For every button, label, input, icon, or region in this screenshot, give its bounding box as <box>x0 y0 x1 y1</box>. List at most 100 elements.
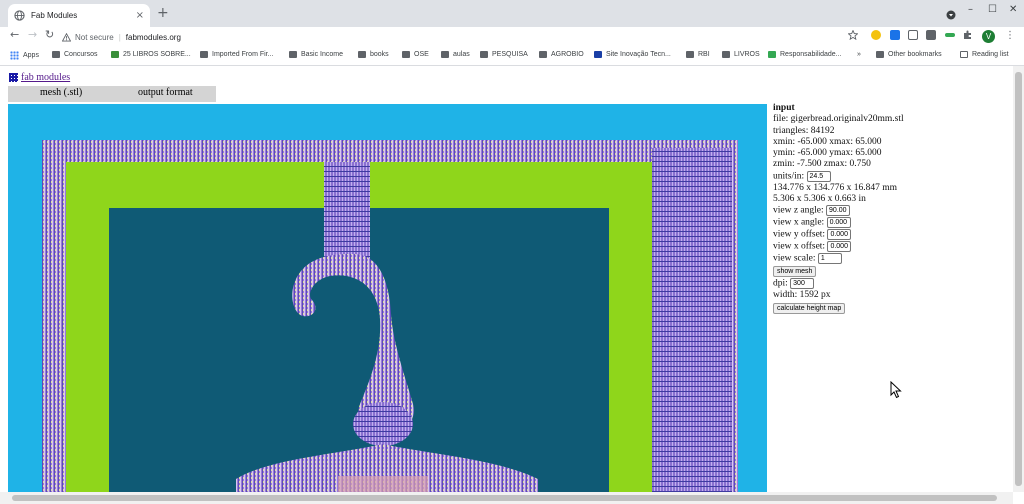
bookmark-item[interactable]: LIVROS <box>722 51 760 58</box>
address-separator: | <box>118 32 121 42</box>
drive-icon <box>768 51 776 58</box>
puzzle-icon[interactable] <box>963 30 973 40</box>
input-format-menu[interactable]: mesh (.stl) <box>40 87 82 98</box>
vertical-scrollbar[interactable] <box>1013 66 1024 492</box>
extension-2-icon[interactable] <box>890 30 900 40</box>
view-x-offset-input[interactable]: 0.000 <box>827 241 852 253</box>
security-label: Not secure <box>75 32 114 42</box>
browser-menu-icon[interactable]: ⋮ <box>1005 30 1015 41</box>
bookmark-item[interactable]: 25 LIBROS SOBRE... <box>111 51 191 58</box>
triangle-count: triangles: 84192 <box>773 125 835 136</box>
horizontal-scroll-thumb[interactable] <box>12 495 997 501</box>
view-z-angle-row: view z angle: 90.00 <box>773 205 1013 217</box>
mouse-cursor-icon <box>890 381 902 399</box>
maximize-button[interactable]: ☐ <box>988 5 997 15</box>
bookmark-item[interactable]: books <box>358 51 389 58</box>
view-x-offset-label: view x offset: <box>773 242 826 252</box>
show-mesh-button[interactable]: show mesh <box>773 266 817 278</box>
bookmark-item[interactable]: Apps <box>10 51 39 60</box>
output-width: width: 1592 px <box>773 290 831 301</box>
bookmarks-overflow-button[interactable]: » <box>857 51 861 58</box>
extension-1-icon[interactable] <box>871 30 881 40</box>
folder-icon <box>289 51 297 58</box>
bookmark-star-icon[interactable] <box>848 30 858 40</box>
close-window-button[interactable]: ✕ <box>1009 5 1017 15</box>
dpi-input[interactable]: 300 <box>790 278 815 290</box>
address-bar[interactable]: Not secure | fabmodules.org <box>62 28 862 46</box>
bookmark-item[interactable]: RBI <box>686 51 710 58</box>
folder-icon <box>876 51 884 58</box>
units-label: units/in: <box>773 171 805 182</box>
new-tab-button[interactable]: + <box>157 6 169 20</box>
folder-icon <box>52 51 60 58</box>
view-scale-input[interactable]: 1 <box>817 253 842 265</box>
minimize-button[interactable]: – <box>968 5 973 15</box>
base-highlight <box>338 476 428 492</box>
bookmark-item[interactable]: Concursos <box>52 51 97 58</box>
reload-button[interactable]: ↻ <box>45 29 54 40</box>
y-range: ymin: -65.000 ymax: 65.000 <box>773 148 882 159</box>
folder-icon <box>722 51 730 58</box>
heightmap-canvas[interactable] <box>8 104 767 492</box>
view-y-offset-row: view y offset: 0.000 <box>773 229 1013 241</box>
folder-icon <box>358 51 366 58</box>
calculate-height-map-button[interactable]: calculate height map <box>773 302 846 314</box>
browser-tab[interactable]: Fab Modules × <box>8 4 150 27</box>
folder-icon <box>200 51 208 58</box>
forward-button[interactable]: → <box>28 29 37 40</box>
folder-icon <box>402 51 410 58</box>
folder-icon <box>686 51 694 58</box>
folder-icon <box>441 51 449 58</box>
site-icon <box>594 51 602 58</box>
bookmark-item[interactable]: Imported From Fir... <box>200 51 273 58</box>
fab-logo-icon <box>9 73 18 82</box>
browser-toolbar: ← → ↻ Not secure | fabmodules.org V ⋮ <box>0 27 1024 47</box>
frame-right-wall <box>652 148 732 492</box>
view-x-angle-row: view x angle: 0.000 <box>773 217 1013 229</box>
tab-title: Fab Modules <box>31 11 78 20</box>
extension-5-icon[interactable] <box>945 33 955 37</box>
warning-icon[interactable] <box>62 32 71 42</box>
folder-icon <box>539 51 547 58</box>
extension-4-icon[interactable] <box>926 30 936 40</box>
input-parameters-panel: input file: gigerbread.originalv20mm.stl… <box>773 103 1013 315</box>
bookmark-item[interactable]: Basic Income <box>289 51 343 58</box>
output-format-menu[interactable]: output format <box>138 87 193 98</box>
dpi-row: dpi: 300 <box>773 278 1013 290</box>
globe-icon <box>14 10 25 21</box>
heightmap-render <box>42 140 738 492</box>
bookmark-item[interactable]: PESQUISA <box>480 51 528 58</box>
other-bookmarks[interactable]: Other bookmarks <box>876 51 942 58</box>
apps-icon <box>10 51 19 60</box>
view-y-offset-label: view y offset: <box>773 230 826 241</box>
book-icon <box>111 51 119 58</box>
view-z-angle-label: view z angle: <box>773 206 824 217</box>
z-range: zmin: -7.500 zmax: 0.750 <box>773 159 871 170</box>
bookmark-item[interactable]: OSE <box>402 51 429 58</box>
view-x-angle-input[interactable]: 0.000 <box>826 217 851 229</box>
horizontal-scrollbar[interactable] <box>0 492 1013 504</box>
tab-strip: Fab Modules × + – ☐ ✕ <box>0 0 1024 27</box>
view-y-offset-input[interactable]: 0.000 <box>827 229 852 241</box>
back-button[interactable]: ← <box>10 29 19 40</box>
dpi-label: dpi: <box>773 278 788 289</box>
reading-list[interactable]: Reading list <box>960 51 1009 58</box>
avatar[interactable]: V <box>982 30 995 43</box>
view-z-angle-input[interactable]: 90.00 <box>826 205 851 217</box>
bookmark-item[interactable]: AGROBIO <box>539 51 584 58</box>
tab-close-icon[interactable]: × <box>136 10 144 21</box>
bookmark-item[interactable]: aulas <box>441 51 470 58</box>
x-range: xmin: -65.000 xmax: 65.000 <box>773 136 882 147</box>
vertical-scroll-thumb[interactable] <box>1015 72 1022 486</box>
panel-heading: input <box>773 103 795 113</box>
extension-3-icon[interactable] <box>908 30 918 40</box>
url-text[interactable]: fabmodules.org <box>126 33 181 42</box>
size-mm: 134.776 x 134.776 x 16.847 mm <box>773 182 898 193</box>
module-menu-bar: mesh (.stl) output format <box>8 86 216 102</box>
bookmark-item[interactable]: Site Inovação Tecn... <box>594 51 671 58</box>
units-input[interactable]: 24.5 <box>806 170 831 182</box>
profile-menu-icon[interactable] <box>946 10 956 20</box>
hanger-stem <box>324 162 370 260</box>
bookmark-item[interactable]: Responsabilidade... <box>768 51 842 58</box>
page-title-link[interactable]: fab modules <box>21 72 70 83</box>
